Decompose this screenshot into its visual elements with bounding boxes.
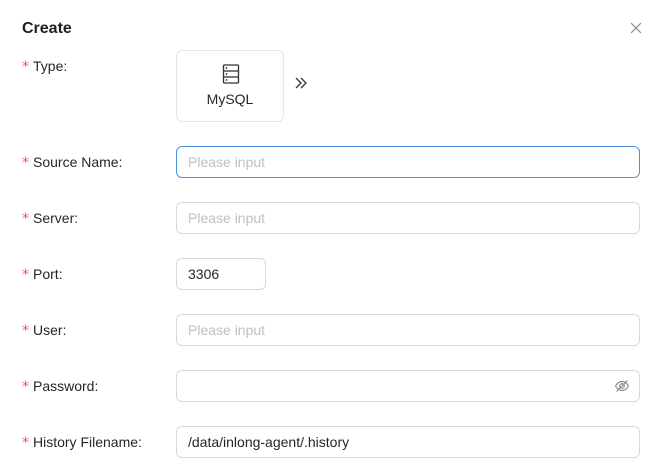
- source-name-label: * Source Name:: [22, 154, 123, 171]
- user-label: * User:: [22, 322, 67, 339]
- port-label: * Port:: [22, 266, 63, 283]
- database-server-icon: [222, 64, 240, 89]
- type-option-label: MySQL: [206, 91, 254, 107]
- eye-invisible-icon[interactable]: [614, 378, 630, 394]
- type-label: * Type:: [22, 58, 68, 75]
- user-input[interactable]: [176, 314, 640, 346]
- dialog-title: Create: [22, 20, 72, 37]
- required-mark: *: [22, 59, 29, 75]
- server-label: * Server:: [22, 210, 79, 227]
- history-filename-label: * History Filename:: [22, 434, 142, 451]
- password-label: * Password:: [22, 378, 99, 395]
- password-field: [176, 370, 640, 402]
- source-name-input[interactable]: [176, 146, 640, 178]
- type-option-mysql[interactable]: MySQL: [176, 50, 284, 122]
- password-input[interactable]: [176, 370, 640, 402]
- close-icon[interactable]: [626, 18, 646, 38]
- port-input[interactable]: [176, 258, 266, 290]
- server-input[interactable]: [176, 202, 640, 234]
- double-chevron-right-icon[interactable]: [294, 76, 310, 94]
- create-dialog: Create * Type: MySQL * Source Name: Plea…: [0, 0, 664, 475]
- history-filename-input[interactable]: [176, 426, 640, 458]
